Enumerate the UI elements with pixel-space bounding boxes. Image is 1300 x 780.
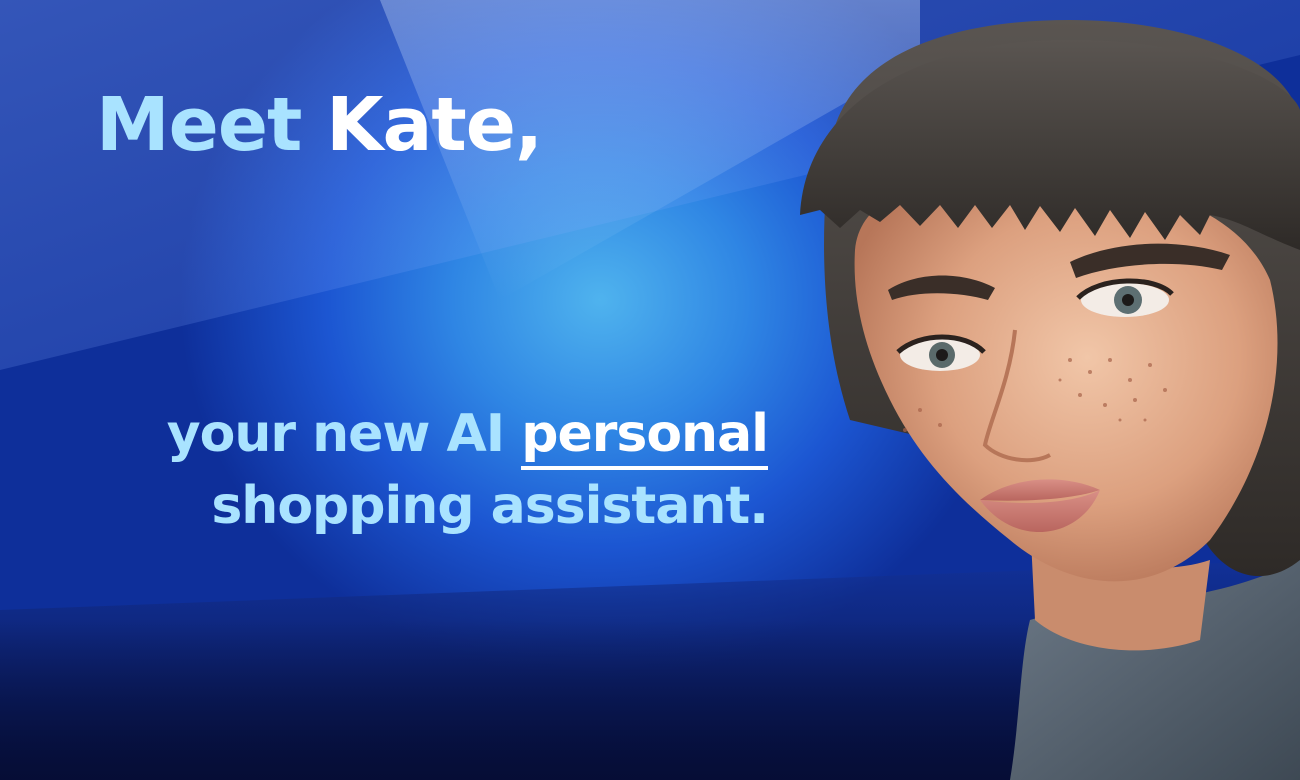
headline-prefix: Meet [96, 82, 327, 168]
woman-portrait-image [800, 20, 1300, 780]
tagline: your new AI personal shopping assistant. [166, 398, 769, 542]
tagline-line2: shopping assistant. [211, 476, 769, 536]
headline: Meet Kate, [96, 82, 543, 168]
headline-name: Kate, [326, 82, 543, 168]
hero-banner: Meet Kate, your new AI personal shopping … [0, 0, 1300, 780]
tagline-highlight-word: personal [521, 404, 769, 470]
tagline-line1-prefix: your new AI [166, 404, 522, 464]
